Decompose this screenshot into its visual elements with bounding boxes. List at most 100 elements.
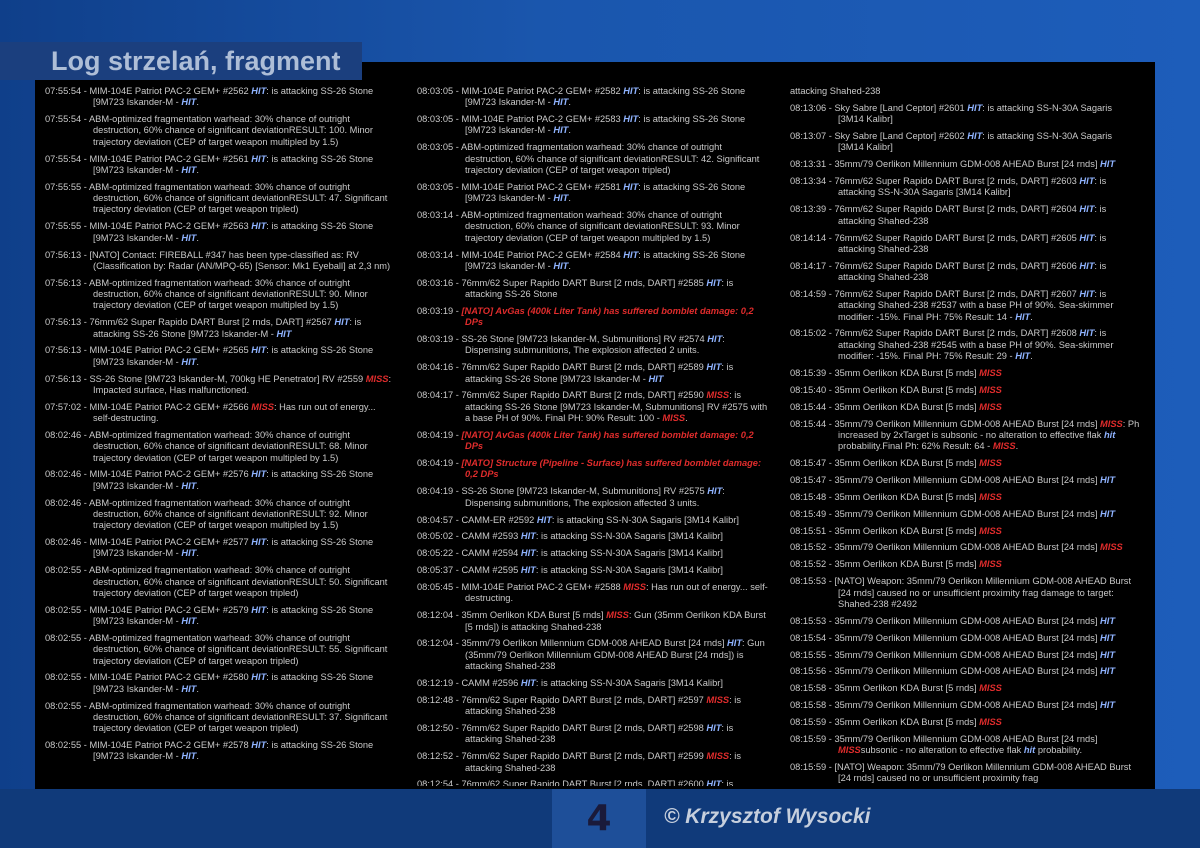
- log-text: 07:56:13 - SS-26 Stone [9M723 Iskander-M…: [45, 373, 366, 384]
- log-entry: 08:12:54 - 76mm/62 Super Rapido DART Bur…: [417, 779, 769, 786]
- log-entry: 07:57:02 - MIM-104E Patriot PAC-2 GEM+ #…: [45, 402, 395, 425]
- log-text: : is attacking SS-N-30A Sagaris [3M14 Ka…: [535, 548, 723, 559]
- page-number: 4: [552, 789, 646, 848]
- log-entry: 08:03:19 - [NATO] AvGas (400k Liter Tank…: [417, 306, 769, 329]
- log-entry: 08:04:17 - 76mm/62 Super Rapido DART Bur…: [417, 390, 769, 424]
- hit-label: HIT: [967, 131, 983, 142]
- hit-label: HIT: [706, 277, 722, 288]
- log-entry: 08:03:05 - MIM-104E Patriot PAC-2 GEM+ #…: [417, 114, 769, 137]
- log-entry: attacking Shahed-238: [790, 86, 1140, 97]
- hit-label: HIT: [553, 260, 569, 271]
- log-text: 08:03:05 - ABM-optimized fragmentation w…: [417, 142, 760, 175]
- hit-label: HIT: [181, 164, 197, 175]
- hit-label: HIT: [623, 114, 639, 125]
- log-entry: 08:03:05 - MIM-104E Patriot PAC-2 GEM+ #…: [417, 86, 769, 109]
- log-text: 08:02:55 - ABM-optimized fragmentation w…: [45, 565, 388, 598]
- alert-text: [NATO] Structure (Pipeline - Surface) ha…: [461, 458, 762, 480]
- log-text: 08:04:57 - CAMM-ER #2592: [417, 514, 537, 525]
- log-text: 08:15:53 - 35mm/79 Oerlikon Millennium G…: [790, 615, 1101, 626]
- log-text: 08:14:59 - 76mm/62 Super Rapido DART Bur…: [790, 288, 1080, 299]
- log-entry: 08:15:51 - 35mm Oerlikon KDA Burst [5 rn…: [790, 526, 1140, 537]
- hit-label: HIT: [1100, 508, 1116, 519]
- hit-label: HIT: [1079, 232, 1095, 243]
- log-text: 08:15:59 - 35mm/79 Oerlikon Millennium G…: [790, 733, 1098, 744]
- hit-label: HIT: [520, 565, 536, 576]
- miss-label: MISS: [979, 683, 1002, 694]
- log-text: .: [196, 164, 199, 175]
- log-text: 08:12:04 - 35mm/79 Oerlikon Millennium G…: [417, 638, 728, 649]
- log-text: 08:12:52 - 76mm/62 Super Rapido DART Bur…: [417, 751, 707, 762]
- log-entry: 08:15:59 - [NATO] Weapon: 35mm/79 Oerlik…: [790, 762, 1140, 785]
- log-entry: 08:02:55 - ABM-optimized fragmentation w…: [45, 633, 395, 667]
- log-text: 08:13:07 - Sky Sabre [Land Ceptor] #2602: [790, 131, 968, 142]
- log-entry: 08:04:19 - [NATO] Structure (Pipeline - …: [417, 458, 769, 481]
- log-text: 08:15:52 - 35mm Oerlikon KDA Burst [5 rn…: [790, 559, 980, 570]
- log-text: 08:15:44 - 35mm/79 Oerlikon Millennium G…: [790, 418, 1101, 429]
- hit-label: HIT: [648, 373, 664, 384]
- log-text: .: [1015, 441, 1019, 452]
- log-text: 08:15:02 - 76mm/62 Super Rapido DART Bur…: [790, 328, 1080, 339]
- hit-label: HIT: [1079, 328, 1095, 339]
- hit-label: HIT: [251, 740, 267, 751]
- log-column-1: 07:55:54 - MIM-104E Patriot PAC-2 GEM+ #…: [45, 86, 395, 786]
- log-entry: 08:12:52 - 76mm/62 Super Rapido DART Bur…: [417, 751, 769, 774]
- log-entry: 08:12:48 - 76mm/62 Super Rapido DART Bur…: [417, 695, 769, 718]
- log-text: probability.: [1035, 745, 1083, 756]
- log-text: 08:12:54 - 76mm/62 Super Rapido DART Bur…: [417, 779, 707, 786]
- log-entry: 08:03:05 - MIM-104E Patriot PAC-2 GEM+ #…: [417, 182, 769, 205]
- log-text: 08:15:47 - 35mm Oerlikon KDA Burst [5 rn…: [790, 458, 980, 469]
- miss-label: MISS: [706, 694, 730, 705]
- log-text: .: [568, 260, 571, 271]
- hit-label: HIT: [707, 486, 723, 497]
- hit-label: HIT: [623, 86, 639, 96]
- hit-label: HIT: [1100, 649, 1116, 660]
- log-entry: 08:04:16 - 76mm/62 Super Rapido DART Bur…: [417, 362, 769, 385]
- hit-label: HIT: [553, 125, 569, 136]
- alert-text: [NATO] AvGas (400k Liter Tank) has suffe…: [461, 429, 754, 452]
- hit-label: HIT: [251, 221, 267, 232]
- log-entry: 08:13:31 - 35mm/79 Oerlikon Millennium G…: [790, 159, 1140, 170]
- hit-label: HIT: [181, 480, 197, 491]
- log-entry: 08:14:59 - 76mm/62 Super Rapido DART Bur…: [790, 289, 1140, 323]
- log-text: .: [196, 232, 199, 243]
- log-text: .: [568, 125, 571, 136]
- hit-label: HIT: [1015, 350, 1031, 361]
- log-entry: 08:15:53 - [NATO] Weapon: 35mm/79 Oerlik…: [790, 576, 1140, 610]
- log-entry: 08:15:44 - 35mm/79 Oerlikon Millennium G…: [790, 419, 1140, 453]
- log-text: 08:03:05 - MIM-104E Patriot PAC-2 GEM+ #…: [417, 86, 624, 96]
- log-text: 07:56:13 - ABM-optimized fragmentation w…: [45, 277, 368, 311]
- hit-label: HIT: [251, 469, 267, 480]
- log-entry: 08:15:47 - 35mm Oerlikon KDA Burst [5 rn…: [790, 458, 1140, 469]
- log-text: 07:56:13 - MIM-104E Patriot PAC-2 GEM+ #…: [45, 345, 252, 356]
- log-entry: 08:04:57 - CAMM-ER #2592 HIT: is attacki…: [417, 515, 769, 526]
- miss-label: MISS: [1100, 418, 1123, 429]
- hit-label: HIT: [727, 638, 743, 649]
- log-entry: 08:02:55 - ABM-optimized fragmentation w…: [45, 701, 395, 735]
- log-text: .: [196, 356, 199, 367]
- log-text: 08:15:47 - 35mm/79 Oerlikon Millennium G…: [790, 474, 1101, 485]
- log-column-3: attacking Shahed-238 08:13:06 - Sky Sabre…: [790, 86, 1140, 786]
- log-text: 08:14:17 - 76mm/62 Super Rapido DART Bur…: [790, 260, 1080, 271]
- log-entry: 07:56:13 - SS-26 Stone [9M723 Iskander-M…: [45, 374, 395, 397]
- log-entry: 07:55:54 - MIM-104E Patriot PAC-2 GEM+ #…: [45, 86, 395, 109]
- log-text: 08:15:59 - [NATO] Weapon: 35mm/79 Oerlik…: [790, 762, 1132, 784]
- miss-label: MISS: [979, 559, 1002, 570]
- log-text: 08:04:19 -: [417, 429, 462, 440]
- log-entry: 08:15:44 - 35mm Oerlikon KDA Burst [5 rn…: [790, 402, 1140, 413]
- log-text: 08:13:06 - Sky Sabre [Land Ceptor] #2601: [790, 102, 968, 113]
- log-text: 08:02:46 - MIM-104E Patriot PAC-2 GEM+ #…: [45, 469, 252, 480]
- log-entry: 08:15:49 - 35mm/79 Oerlikon Millennium G…: [790, 509, 1140, 520]
- log-entry: 08:15:52 - 35mm/79 Oerlikon Millennium G…: [790, 542, 1140, 553]
- hit-label: HIT: [1100, 615, 1116, 626]
- hit-label: HIT: [181, 232, 197, 243]
- log-text: 08:15:49 - 35mm/79 Oerlikon Millennium G…: [790, 508, 1101, 519]
- hit-label: HIT: [1079, 204, 1095, 215]
- miss-label: MISS: [706, 390, 730, 401]
- log-entry: 08:02:46 - ABM-optimized fragmentation w…: [45, 498, 395, 532]
- miss-label: MISS: [979, 717, 1002, 728]
- log-entry: 08:15:55 - 35mm/79 Oerlikon Millennium G…: [790, 650, 1140, 661]
- log-text: 08:15:48 - 35mm Oerlikon KDA Burst [5 rn…: [790, 491, 980, 502]
- log-text: 07:56:13 - [NATO] Contact: FIREBALL #347…: [45, 249, 391, 271]
- log-entry: 08:15:58 - 35mm Oerlikon KDA Burst [5 rn…: [790, 683, 1140, 694]
- log-entry: 08:14:14 - 76mm/62 Super Rapido DART Bur…: [790, 233, 1140, 256]
